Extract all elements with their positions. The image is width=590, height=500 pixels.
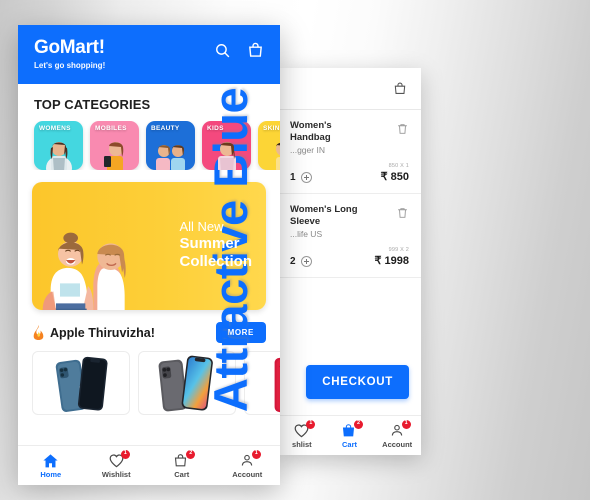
checkout-area: CHECKOUT: [278, 351, 421, 415]
nav-item-wishlist[interactable]: 1 Wishlist: [84, 449, 150, 479]
nav-item-cart[interactable]: 2 Cart: [149, 449, 215, 479]
home-content: TOP CATEGORIES WOMENS MOBILES BEAUTY KID…: [18, 84, 280, 445]
brand-block: GoMart! Let's go shopping!: [34, 37, 105, 70]
apple-section-title: Apple Thiruvizha!: [50, 325, 155, 340]
account-badge: 1: [251, 449, 261, 459]
fire-icon: [32, 325, 45, 340]
more-button[interactable]: MORE: [215, 322, 266, 343]
cart-item-brand: ...life US: [290, 228, 323, 239]
banner-line-3: Collection: [179, 252, 252, 270]
category-carousel[interactable]: WOMENS MOBILES BEAUTY KIDS SKIN: [18, 121, 280, 170]
banner-line-2: Summer: [179, 234, 240, 252]
product-image: [55, 356, 108, 412]
category-card-kids[interactable]: KIDS: [202, 121, 251, 170]
top-categories-title: TOP CATEGORIES: [34, 97, 151, 112]
nav-label-wishlist: Wishlist: [101, 469, 131, 479]
plus-circle-icon[interactable]: [300, 171, 312, 183]
nav-item-wishlist[interactable]: 1 shlist: [278, 419, 326, 449]
header-actions: [214, 37, 264, 59]
search-icon[interactable]: [214, 42, 231, 59]
category-label: MOBILES: [95, 125, 127, 132]
cart-item-price: ₹ 850: [380, 170, 409, 183]
cart-item-quantity: 2: [290, 255, 296, 267]
category-card-beauty[interactable]: BEAUTY: [146, 121, 195, 170]
nav-label-cart: Cart: [342, 439, 358, 449]
category-label: BEAUTY: [151, 125, 180, 132]
cart-badge: 2: [354, 419, 363, 429]
account-badge: 1: [401, 419, 411, 429]
heart-icon: 1: [108, 449, 130, 468]
home-icon: [42, 453, 59, 468]
product-image: [274, 357, 280, 413]
promo-banner[interactable]: All New Summer Collection: [32, 182, 266, 310]
cart-item[interactable]: Women's Handbag ...gger IN 1 850 X 1 ₹ 8…: [278, 110, 421, 194]
nav-item-account[interactable]: 1 Account: [215, 449, 281, 479]
home-screen-header: GoMart! Let's go shopping!: [18, 25, 280, 84]
cart-item-quantity: 1: [290, 171, 296, 183]
banner-photo: [42, 232, 126, 310]
product-card[interactable]: [32, 351, 130, 415]
checkout-button[interactable]: CHECKOUT: [306, 365, 409, 399]
home-phone-screen: GoMart! Let's go shopping! TOP CATEGORIE…: [18, 25, 280, 485]
cart-item-title: Women's Long Sleeve: [290, 203, 358, 227]
category-label: WOMENS: [39, 125, 71, 132]
nav-item-cart[interactable]: 2 Cart: [326, 419, 374, 449]
nav-label-home: Home: [40, 469, 62, 479]
app-tagline: Let's go shopping!: [34, 61, 106, 70]
banner-line-1: All New: [179, 219, 224, 234]
cart-bottom-nav: 1 shlist 2 Cart 1 Account: [278, 415, 421, 455]
home-bottom-nav: Home 1 Wishlist 2 Cart 1 Account: [18, 445, 280, 485]
category-photo: [217, 142, 236, 170]
trash-icon[interactable]: [396, 206, 409, 220]
nav-item-home[interactable]: Home: [18, 453, 84, 479]
category-card-womens[interactable]: WOMENS: [34, 121, 83, 170]
category-card-mobiles[interactable]: MOBILES: [90, 121, 139, 170]
shopping-bag-icon: 2: [173, 449, 196, 468]
cart-badge: 2: [186, 449, 196, 459]
category-photo: [103, 142, 123, 170]
nav-label-account: Account: [382, 439, 413, 449]
category-label: SKIN: [263, 125, 280, 132]
cart-item-title: Women's Handbag: [290, 120, 332, 143]
banner-text: All New Summer Collection: [179, 219, 252, 271]
cart-item-brand: ...gger IN: [290, 144, 325, 155]
nav-label-account: Account: [232, 469, 263, 479]
wishlist-badge: 1: [306, 419, 316, 429]
heart-icon: 1: [293, 419, 316, 438]
category-card-skin[interactable]: SKIN: [258, 121, 280, 170]
shopping-bag-icon: 2: [341, 419, 363, 438]
category-photo: [45, 142, 72, 170]
nav-label-wishlist: shlist: [292, 439, 312, 449]
category-photo: [275, 142, 280, 170]
plus-circle-icon[interactable]: [300, 255, 312, 267]
shopping-bag-icon[interactable]: [393, 81, 407, 96]
cart-item-unit-line: 999 X 2: [388, 246, 409, 253]
nav-item-account[interactable]: 1 Account: [373, 419, 421, 449]
cart-phone-screen: Women's Handbag ...gger IN 1 850 X 1 ₹ 8…: [278, 68, 421, 455]
cart-screen-header: [278, 68, 421, 110]
apple-section-header: Apple Thiruvizha! MORE: [18, 310, 280, 351]
wishlist-badge: 1: [120, 449, 130, 459]
category-label: KIDS: [207, 125, 224, 132]
product-card[interactable]: [244, 351, 280, 415]
cart-item-unit-line: 850 X 1: [388, 162, 409, 169]
cart-item[interactable]: Women's Long Sleeve ...life US 2 999 X 2…: [278, 194, 421, 278]
person-icon: 1: [389, 419, 411, 438]
app-title: GoMart!: [34, 37, 105, 58]
product-carousel[interactable]: [18, 351, 280, 415]
product-card[interactable]: [138, 351, 236, 415]
person-icon: 1: [239, 449, 261, 468]
cart-item-price: ₹ 1998: [374, 254, 409, 267]
product-image: [158, 355, 213, 412]
nav-label-cart: Cart: [174, 469, 190, 479]
shopping-bag-icon[interactable]: [247, 41, 264, 59]
category-photo: [155, 145, 185, 170]
trash-icon[interactable]: [396, 122, 409, 136]
cart-item-list: Women's Handbag ...gger IN 1 850 X 1 ₹ 8…: [278, 110, 421, 351]
